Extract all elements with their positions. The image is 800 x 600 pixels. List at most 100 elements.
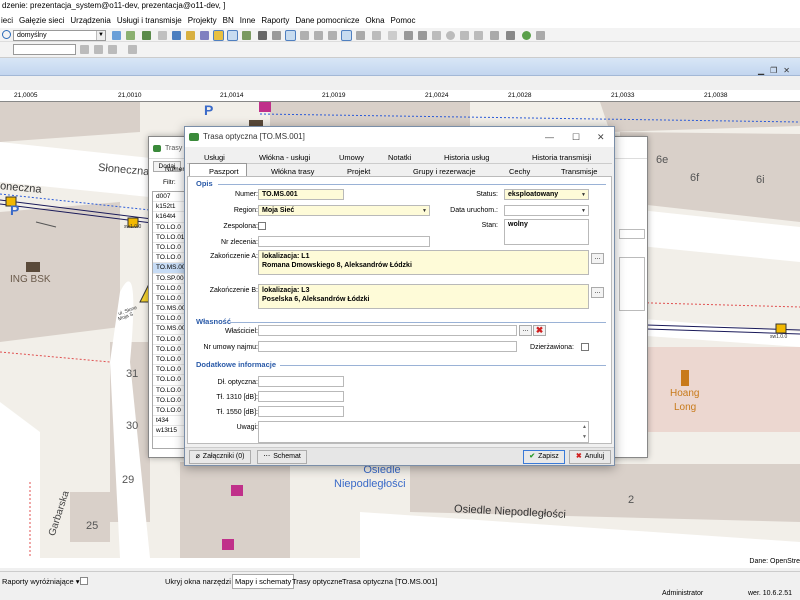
- copy-icon[interactable]: [388, 31, 397, 40]
- save-button[interactable]: ✔ Zapisz: [523, 450, 565, 464]
- status-select[interactable]: eksploatowany ▼: [504, 189, 589, 200]
- wlasciciel-ellipsis-button[interactable]: ...: [519, 325, 532, 336]
- menu-item-raporty[interactable]: Raporty: [261, 16, 289, 25]
- tab-paszport[interactable]: Paszport: [209, 167, 239, 176]
- highlight-icon[interactable]: [213, 30, 224, 41]
- rotate-icon[interactable]: [418, 31, 427, 40]
- taskbar-tab-routes[interactable]: Trasy optyczne: [292, 577, 343, 586]
- close-icon[interactable]: ✕: [783, 66, 796, 75]
- dzierzawiona-checkbox[interactable]: [581, 343, 589, 351]
- minimize-icon[interactable]: —: [545, 127, 554, 147]
- taskbar-tab-maps[interactable]: Mapy i schematy: [232, 574, 295, 589]
- move-icon[interactable]: [404, 31, 413, 40]
- bg-input[interactable]: [619, 229, 645, 239]
- zoom-in-icon[interactable]: [300, 31, 309, 40]
- cursor-icon[interactable]: [272, 31, 281, 40]
- menu-item-inne[interactable]: Inne: [240, 16, 256, 25]
- taskbar-tab-route-detail[interactable]: Trasa optyczna [TO.MS.001]: [342, 577, 437, 586]
- folder-icon[interactable]: [142, 31, 151, 40]
- tl1310-field[interactable]: [258, 391, 344, 402]
- zakonczenie-a-field[interactable]: lokalizacja: L1 Romana Dmowskiego 8, Ale…: [258, 250, 589, 275]
- dl-optyczna-field[interactable]: [258, 376, 344, 387]
- grid-icon[interactable]: [158, 31, 167, 40]
- fit-icon[interactable]: [328, 31, 337, 40]
- bg-textarea[interactable]: [619, 257, 645, 311]
- tab-transmisje[interactable]: Transmisje: [561, 167, 597, 176]
- numer-field[interactable]: TO.MS.001: [258, 189, 344, 200]
- zak-a-ellipsis-button[interactable]: ...: [591, 253, 604, 264]
- clear-owner-button[interactable]: ✖: [533, 325, 546, 336]
- data-uruchomienia-picker[interactable]: ▼: [504, 205, 589, 216]
- measure-icon[interactable]: [341, 30, 352, 41]
- connect-icon[interactable]: [490, 31, 499, 40]
- circle-icon[interactable]: [446, 31, 455, 40]
- layer-combo[interactable]: domyślny ▼: [13, 30, 106, 41]
- monitor-icon[interactable]: [172, 31, 181, 40]
- maximize-icon[interactable]: ☐: [572, 127, 580, 147]
- nr-umowy-field[interactable]: [258, 341, 517, 352]
- column-header-numer[interactable]: Numer: [165, 166, 185, 173]
- tl1550-field[interactable]: [258, 406, 344, 417]
- menu-item-galezie[interactable]: Gałęzie sieci: [19, 16, 64, 25]
- tab-wlokna-trasy[interactable]: Włókna trasy: [271, 167, 314, 176]
- wlasciciel-field[interactable]: [258, 325, 517, 336]
- menu-item-bn[interactable]: BN: [223, 16, 234, 25]
- pan-icon[interactable]: [356, 31, 365, 40]
- schema-button[interactable]: ⋯ Schemat: [257, 450, 307, 464]
- scroll-down-icon[interactable]: ▼: [582, 432, 587, 442]
- print-icon[interactable]: [372, 31, 381, 40]
- view-icon[interactable]: [128, 45, 137, 54]
- zespolona-checkbox[interactable]: [258, 222, 266, 230]
- tools-icon[interactable]: [536, 31, 545, 40]
- zakonczenie-b-field[interactable]: lokalizacja: L3 Poselska 6, Aleksandrów …: [258, 284, 589, 309]
- uwagi-textarea[interactable]: ▲ ▼: [258, 421, 589, 443]
- line-icon[interactable]: [94, 45, 103, 54]
- minimize-icon[interactable]: ▁: [758, 66, 770, 75]
- restore-icon[interactable]: ❐: [770, 66, 783, 75]
- delete-icon[interactable]: [432, 31, 441, 40]
- star-icon[interactable]: [186, 31, 195, 40]
- search-icon[interactable]: [2, 30, 11, 39]
- edit-icon[interactable]: [460, 31, 469, 40]
- layers-icon[interactable]: [200, 31, 209, 40]
- tab-grupy-rezerwacje[interactable]: Grupy i rezerwacje: [413, 167, 476, 176]
- cancel-button[interactable]: ✖ Anuluj: [569, 450, 611, 464]
- tab-historia-uslug[interactable]: Historia usług: [444, 153, 489, 162]
- menu-item-pomoc[interactable]: Pomoc: [391, 16, 416, 25]
- tree-icon[interactable]: [242, 31, 251, 40]
- tab-wlokna-uslugi[interactable]: Włókna - usługi: [259, 153, 310, 162]
- draw-icon[interactable]: [80, 45, 89, 54]
- tab-uslugi[interactable]: Usługi: [204, 153, 225, 162]
- menu-item-dane[interactable]: Dane pomocnicze: [295, 16, 359, 25]
- tab-historia-transmisji[interactable]: Historia transmisji: [532, 153, 591, 162]
- network-node[interactable]: [775, 323, 787, 334]
- square-icon[interactable]: [474, 31, 483, 40]
- tab-notatki[interactable]: Notatki: [388, 153, 411, 162]
- menu-item-sieci[interactable]: ieci: [1, 16, 13, 25]
- reports-dropdown[interactable]: Raporty wyróżniające ▾: [2, 577, 80, 586]
- zak-b-ellipsis-button[interactable]: ...: [591, 287, 604, 298]
- attachments-button[interactable]: ⌀ Załączniki (0): [189, 450, 251, 464]
- menu-item-projekty[interactable]: Projekty: [188, 16, 217, 25]
- zoom-box-icon[interactable]: [285, 30, 296, 41]
- select-icon[interactable]: [227, 30, 238, 41]
- reports-checkbox[interactable]: [80, 577, 88, 585]
- pin-icon[interactable]: [258, 31, 267, 40]
- layer-icon[interactable]: [126, 31, 135, 40]
- stan-field[interactable]: wolny: [504, 219, 589, 245]
- nr-zlecenia-field[interactable]: [258, 236, 430, 247]
- hide-tools-button[interactable]: Ukryj okna narzędzi: [165, 577, 231, 586]
- close-icon[interactable]: ✕: [597, 127, 605, 147]
- angle-icon[interactable]: [108, 45, 117, 54]
- map-icon[interactable]: [112, 31, 121, 40]
- zoom-out-icon[interactable]: [314, 31, 323, 40]
- menu-item-urzadzenia[interactable]: Urządzenia: [70, 16, 110, 25]
- tab-projekt[interactable]: Projekt: [347, 167, 370, 176]
- tab-cechy[interactable]: Cechy: [509, 167, 530, 176]
- menu-item-okna[interactable]: Okna: [365, 16, 384, 25]
- menu-item-uslugi[interactable]: Usługi i transmisje: [117, 16, 182, 25]
- globe-icon[interactable]: [522, 31, 531, 40]
- split-icon[interactable]: [506, 31, 515, 40]
- scroll-up-icon[interactable]: ▲: [582, 422, 587, 432]
- region-select[interactable]: Moja Sieć ▼: [258, 205, 430, 216]
